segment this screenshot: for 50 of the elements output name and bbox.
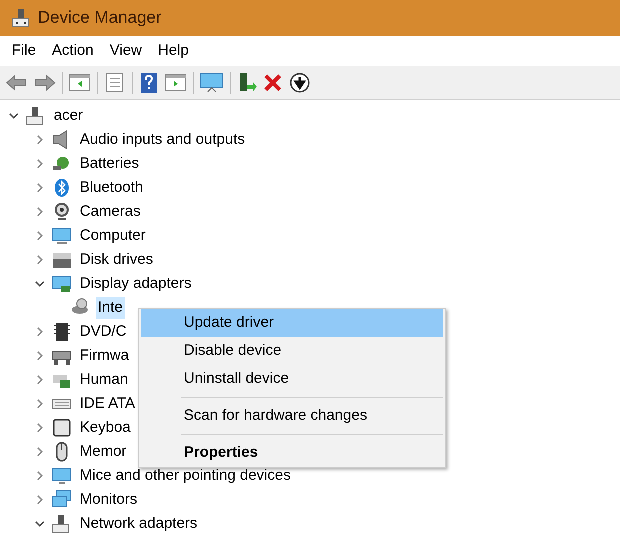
tree-item[interactable]: Display adapters [78, 272, 194, 296]
tree-item[interactable]: Memor [78, 440, 129, 464]
menu-item[interactable]: Scan for hardware changes [141, 402, 443, 430]
tree-item[interactable]: Keyboa [78, 416, 133, 440]
menu-item[interactable]: Properties [141, 439, 443, 467]
monitor-icon [52, 226, 72, 246]
help-icon[interactable] [139, 72, 159, 94]
tree-item[interactable]: Monitors [78, 488, 140, 512]
download-icon[interactable] [289, 72, 311, 94]
panel-icon[interactable] [69, 72, 91, 92]
menu-item[interactable]: Update driver [141, 309, 443, 337]
tree-item[interactable]: Bluetooth [78, 176, 146, 200]
forward-icon[interactable] [34, 74, 56, 92]
menu-item[interactable]: Uninstall device [141, 365, 443, 393]
tree-item[interactable]: Batteries [78, 152, 142, 176]
computer-icon [26, 106, 46, 126]
display-adapter-icon [52, 274, 72, 294]
tree-item[interactable]: Network adapters [78, 512, 200, 536]
chip-icon [52, 322, 72, 342]
menu-item[interactable]: View [104, 40, 148, 62]
tree-item[interactable]: Cameras [78, 200, 143, 224]
tree-item[interactable]: Inte [96, 296, 126, 320]
tree-item[interactable]: acer [52, 104, 86, 128]
tree-item[interactable]: IDE ATA [78, 392, 138, 416]
tree-item[interactable]: Mice and other pointing devices [78, 464, 293, 488]
document-icon[interactable] [104, 72, 126, 92]
computer-icon [52, 514, 72, 534]
menu-item[interactable]: Disable device [141, 337, 443, 365]
monitor-icon[interactable] [200, 72, 224, 94]
tree-item[interactable]: Audio inputs and outputs [78, 128, 248, 152]
tree-item[interactable]: DVD/C [78, 320, 129, 344]
computer-icon [12, 8, 30, 28]
tree-item[interactable]: Computer [78, 224, 148, 248]
window-title: Device Manager [38, 7, 162, 30]
menu-item[interactable]: Help [152, 40, 195, 62]
memory-card-icon [52, 418, 72, 438]
add-driver-icon[interactable] [237, 72, 257, 94]
back-icon[interactable] [6, 74, 28, 92]
menu-item[interactable]: File [6, 40, 42, 62]
close-icon[interactable] [263, 72, 283, 92]
monitor-icon [52, 466, 72, 486]
tree-item[interactable]: Human [78, 368, 130, 392]
menu-item[interactable]: Action [46, 40, 100, 62]
bluetooth-icon [52, 178, 72, 198]
tree-item[interactable]: Disk drives [78, 248, 156, 272]
tree-item[interactable]: Firmwa [78, 344, 132, 368]
network-icon [52, 490, 72, 510]
panel-icon[interactable] [165, 72, 187, 92]
webcam-icon [52, 202, 72, 222]
drive-icon [52, 250, 72, 270]
